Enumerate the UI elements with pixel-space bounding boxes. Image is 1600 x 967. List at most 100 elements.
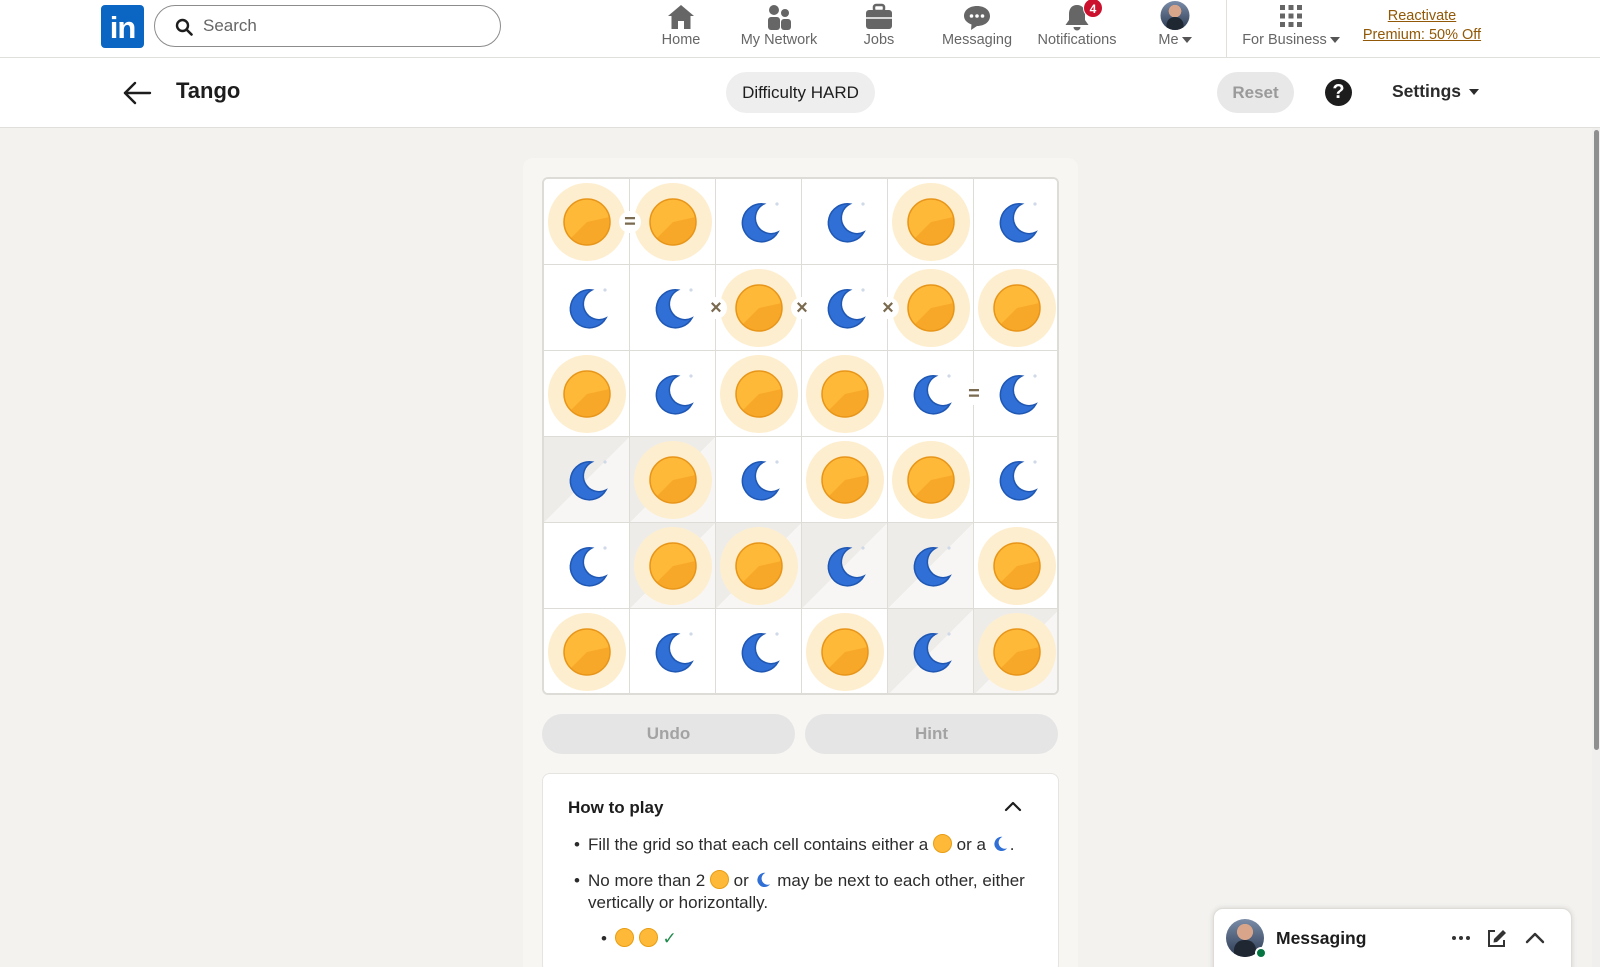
moon-icon (827, 202, 866, 243)
moon-icon (569, 288, 608, 329)
messaging-dock[interactable]: Messaging (1213, 908, 1572, 967)
board-cell-r5-c4[interactable] (888, 609, 974, 693)
settings-dropdown[interactable]: Settings (1392, 81, 1480, 102)
undo-button[interactable]: Undo (542, 714, 795, 754)
bullet: • (574, 835, 580, 854)
board-cell-r4-c2[interactable] (716, 523, 802, 609)
board-cell-r5-c3[interactable] (802, 609, 888, 693)
board-cell-r0-c4[interactable] (888, 179, 974, 265)
board-cell-r5-c0[interactable] (544, 609, 630, 693)
home-icon (668, 5, 694, 29)
chevron-up-icon[interactable] (1524, 928, 1546, 948)
back-arrow-icon[interactable] (122, 80, 152, 106)
compose-icon[interactable] (1486, 928, 1508, 948)
board-cell-r4-c0[interactable] (544, 523, 630, 609)
board-cell-r0-c5[interactable] (974, 179, 1057, 265)
nav-home-label: Home (661, 32, 701, 48)
board-cell-r0-c2[interactable] (716, 179, 802, 265)
sun-icon (638, 928, 658, 947)
rule-example-1: • ✓ (601, 928, 1065, 950)
board-cell-r3-c5[interactable] (974, 437, 1057, 523)
board-cell-r3-c2[interactable] (716, 437, 802, 523)
moon-icon (999, 202, 1038, 243)
grid-icon (1280, 5, 1302, 27)
messaging-dock-title[interactable]: Messaging (1276, 928, 1366, 949)
chevron-up-icon[interactable] (1003, 798, 1023, 814)
nav-my-network[interactable]: My Network (733, 0, 825, 58)
board-cell-r0-c0[interactable] (544, 179, 630, 265)
sun-icon (978, 613, 1056, 691)
nav-me[interactable]: Me (1150, 0, 1200, 58)
moon-icon (741, 202, 780, 243)
nav-jobs[interactable]: Jobs (854, 0, 904, 58)
nav-for-business-label-wrap: For Business (1237, 32, 1345, 48)
board-cell-r0-c3[interactable] (802, 179, 888, 265)
board-cell-r1-c1[interactable] (630, 265, 716, 351)
notifications-badge: 4 (1083, 0, 1103, 18)
sun-icon (806, 355, 884, 433)
board-cell-r1-c2[interactable] (716, 265, 802, 351)
linkedin-logo-icon[interactable]: in (101, 5, 144, 48)
network-icon (768, 5, 791, 30)
bullet: • (574, 871, 580, 890)
nav-notifications[interactable]: 4 Notifications (1034, 0, 1120, 58)
sun-icon (806, 441, 884, 519)
board-cell-r4-c3[interactable] (802, 523, 888, 609)
top-nav: in Home My Network Jobs (0, 0, 1600, 58)
search-icon (175, 18, 193, 36)
moon-icon (994, 836, 1007, 852)
board-cell-r1-c0[interactable] (544, 265, 630, 351)
scrollbar-thumb[interactable] (1594, 130, 1599, 750)
search-box[interactable] (154, 5, 501, 47)
chevron-down-icon (1329, 37, 1340, 44)
board-cell-r3-c0[interactable] (544, 437, 630, 523)
board-cell-r2-c3[interactable] (802, 351, 888, 437)
board-cell-r5-c2[interactable] (716, 609, 802, 693)
board-cell-r4-c1[interactable] (630, 523, 716, 609)
board-cell-r2-c2[interactable] (716, 351, 802, 437)
board-cell-r0-c1[interactable] (630, 179, 716, 265)
search-input[interactable] (203, 13, 483, 39)
premium-line-1: Reactivate (1387, 8, 1457, 24)
board-cell-r4-c4[interactable] (888, 523, 974, 609)
moon-icon (913, 632, 952, 673)
board-cell-r2-c5[interactable] (974, 351, 1057, 437)
hint-button[interactable]: Hint (805, 714, 1058, 754)
game-header: Tango Difficulty HARD Reset ? Settings (0, 58, 1600, 128)
sun-icon (720, 269, 798, 347)
sun-icon (720, 355, 798, 433)
board-cell-r2-c1[interactable] (630, 351, 716, 437)
how-to-play-panel: How to play • Fill the grid so that each… (542, 773, 1059, 967)
reset-button[interactable]: Reset (1217, 72, 1294, 113)
messaging-icon (964, 6, 990, 30)
board-cell-r2-c0[interactable] (544, 351, 630, 437)
board-cell-r4-c5[interactable] (974, 523, 1057, 609)
board-cell-r1-c5[interactable] (974, 265, 1057, 351)
chevron-down-icon (1181, 37, 1192, 44)
help-icon[interactable]: ? (1325, 79, 1352, 106)
nav-home[interactable]: Home (652, 0, 710, 58)
moon-icon (827, 288, 866, 329)
board-cell-r1-c3[interactable] (802, 265, 888, 351)
board-cell-r3-c4[interactable] (888, 437, 974, 523)
chevron-down-icon (1469, 89, 1480, 96)
reactivate-premium-link[interactable]: Reactivate Premium: 50% Off (1360, 7, 1484, 45)
board-cell-r3-c3[interactable] (802, 437, 888, 523)
moon-icon (741, 460, 780, 501)
board-cell-r5-c1[interactable] (630, 609, 716, 693)
rule-1-text-a: Fill the grid so that each cell contains… (588, 835, 929, 854)
how-to-play-title[interactable]: How to play (568, 798, 663, 818)
sun-icon (806, 613, 884, 691)
rule-1: • Fill the grid so that each cell contai… (574, 834, 1038, 856)
board-cell-r2-c4[interactable] (888, 351, 974, 437)
sun-icon (634, 527, 712, 605)
board-cell-r3-c1[interactable] (630, 437, 716, 523)
nav-me-label: Me (1158, 32, 1179, 48)
more-icon[interactable] (1450, 928, 1472, 948)
nav-for-business[interactable]: For Business (1237, 0, 1345, 58)
moon-icon (999, 460, 1038, 501)
nav-messaging-label: Messaging (941, 32, 1013, 48)
board-cell-r5-c5[interactable] (974, 609, 1057, 693)
board-cell-r1-c4[interactable] (888, 265, 974, 351)
nav-messaging[interactable]: Messaging (934, 0, 1020, 58)
